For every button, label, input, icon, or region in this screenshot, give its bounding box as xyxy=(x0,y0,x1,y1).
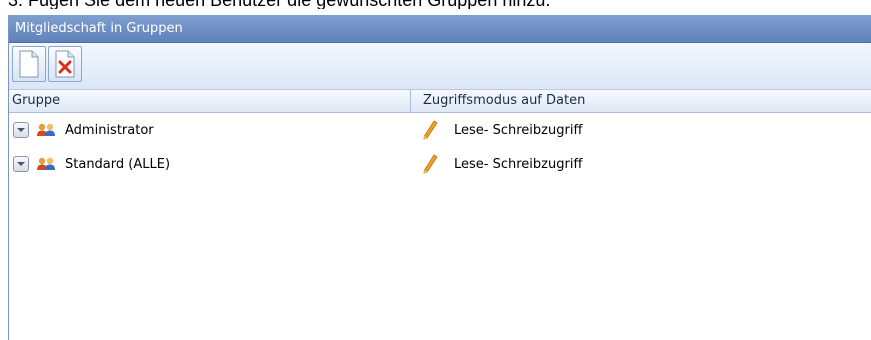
pencil-icon xyxy=(423,120,438,140)
table-row[interactable]: Administrator Lese- Schreibzugriff xyxy=(9,113,871,147)
column-header-access-mode[interactable]: Zugriffsmodus auf Daten xyxy=(411,90,871,112)
new-document-icon xyxy=(19,50,39,78)
group-membership-panel: Mitgliedschaft in Gruppen Gruppe Zugriff… xyxy=(8,15,871,340)
group-name: Standard (ALLE) xyxy=(65,156,171,172)
delete-button[interactable] xyxy=(48,46,82,82)
toolbar xyxy=(9,43,871,90)
new-button[interactable] xyxy=(12,46,46,82)
user-group-icon xyxy=(37,123,55,136)
group-name: Administrator xyxy=(65,122,154,138)
panel-title: Mitgliedschaft in Gruppen xyxy=(9,15,871,43)
access-mode: Lese- Schreibzugriff xyxy=(454,122,583,138)
table-row[interactable]: Standard (ALLE) Lese- Schreibzugriff xyxy=(9,147,871,181)
column-header: Gruppe Zugriffsmodus auf Daten xyxy=(9,90,871,113)
access-mode: Lese- Schreibzugriff xyxy=(454,156,583,172)
instruction-text: 3. Fügen Sie dem neuen Benutzer die gewü… xyxy=(8,0,871,9)
chevron-down-icon xyxy=(17,162,25,166)
pencil-icon xyxy=(423,154,438,174)
dropdown-toggle[interactable] xyxy=(13,156,29,172)
chevron-down-icon xyxy=(17,128,25,132)
dropdown-toggle[interactable] xyxy=(13,122,29,138)
user-group-icon xyxy=(37,157,55,170)
column-header-group[interactable]: Gruppe xyxy=(9,90,411,112)
group-list: Administrator Lese- Schreibzugriff Stand… xyxy=(9,113,871,181)
delete-document-icon xyxy=(55,50,75,78)
